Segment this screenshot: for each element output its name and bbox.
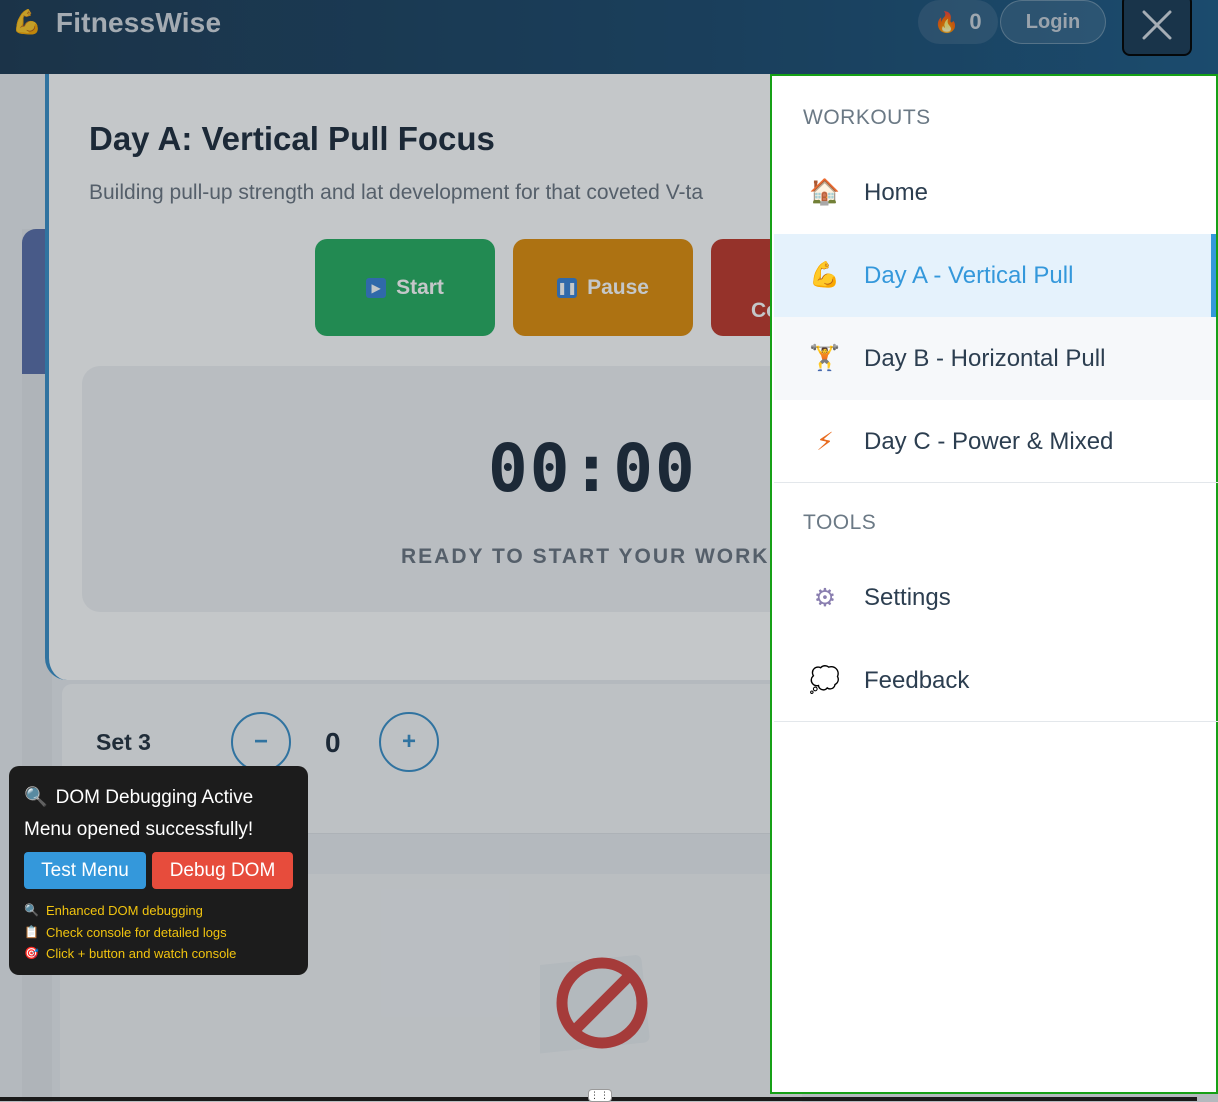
debug-panel: 🔍 DOM Debugging Active Menu opened succe… — [9, 766, 308, 975]
menu-item-settings[interactable]: ⚙ Settings — [774, 556, 1216, 639]
menu-item-home[interactable]: 🏠 Home — [774, 151, 1216, 234]
house-icon: 🏠 — [809, 178, 841, 206]
menu-section-tools: TOOLS — [803, 511, 877, 534]
brand-name: FitnessWise — [55, 7, 222, 38]
pause-label: Pause — [587, 275, 649, 299]
timer-status: READY TO START YOUR WORKO — [401, 545, 788, 568]
lightning-icon: ⚡ — [816, 427, 834, 456]
workout-title: Day A: Vertical Pull Focus — [89, 120, 495, 157]
close-icon — [1142, 10, 1172, 40]
flexed-biceps-icon: 💪 — [12, 9, 42, 36]
close-menu-button[interactable] — [1122, 0, 1192, 56]
debug-note: 🎯 Click + button and watch console — [24, 943, 293, 965]
brand[interactable]: 💪 FitnessWise — [12, 6, 221, 40]
menu-section-workouts: WORKOUTS — [803, 106, 931, 129]
menu-item-feedback[interactable]: 💭 Feedback — [774, 639, 1216, 722]
menu-divider — [774, 482, 1218, 483]
set-label: Set 3 — [96, 729, 151, 755]
menu-divider — [774, 721, 1218, 722]
menu-item-day-b[interactable]: 🏋 Day B - Horizontal Pull — [774, 317, 1216, 400]
test-menu-button[interactable]: Test Menu — [24, 852, 146, 889]
pause-button[interactable]: ❚❚ Pause — [513, 239, 693, 336]
target-icon: 🎯 — [24, 946, 39, 960]
debug-dom-button[interactable]: Debug DOM — [152, 852, 293, 889]
menu-item-day-a[interactable]: 💪 Day A - Vertical Pull — [774, 234, 1216, 317]
speech-bubble-icon: 💭 — [809, 666, 841, 694]
flexed-biceps-icon: 💪 — [809, 261, 841, 289]
debug-notes: 🔍 Enhanced DOM debugging 📋 Check console… — [24, 900, 293, 965]
login-button[interactable]: Login — [1000, 0, 1106, 44]
menu-item-day-c[interactable]: ⚡ Day C - Power & Mixed — [774, 400, 1216, 483]
play-icon: ▶ — [366, 277, 387, 298]
resize-handle[interactable]: ⋮⋮ — [588, 1089, 612, 1102]
streak-counter[interactable]: 🔥 0 — [918, 0, 998, 44]
start-label: Start — [396, 275, 444, 299]
timer-display: 00:00 — [488, 430, 697, 507]
increment-button[interactable]: + — [379, 712, 439, 772]
gear-icon: ⚙ — [813, 583, 837, 612]
slide-menu: WORKOUTS 🏠 Home 💪 Day A - Vertical Pull … — [770, 74, 1218, 1094]
workout-subtitle: Building pull-up strength and lat develo… — [89, 181, 704, 204]
fire-icon: 🔥 — [934, 11, 960, 34]
debug-note: 📋 Check console for detailed logs — [24, 922, 293, 944]
start-button[interactable]: ▶ Start — [315, 239, 495, 336]
clipboard-icon: 📋 — [24, 924, 39, 939]
decrement-button[interactable]: − — [231, 712, 291, 772]
weightlifter-icon: 🏋 — [809, 344, 841, 372]
magnifier-icon: 🔍 — [24, 787, 48, 808]
debug-title: DOM Debugging Active — [55, 787, 254, 808]
pause-icon: ❚❚ — [557, 277, 577, 298]
top-navbar: 💪 FitnessWise 🔥 0 Login — [0, 0, 1218, 74]
streak-count: 0 — [969, 9, 982, 34]
rep-count: 0 — [325, 727, 341, 758]
debug-note: 🔍 Enhanced DOM debugging — [24, 900, 293, 922]
magnifier-icon: 🔍 — [24, 903, 39, 917]
prohibited-icon — [540, 955, 650, 1054]
debug-message: Menu opened successfully! — [24, 819, 254, 840]
